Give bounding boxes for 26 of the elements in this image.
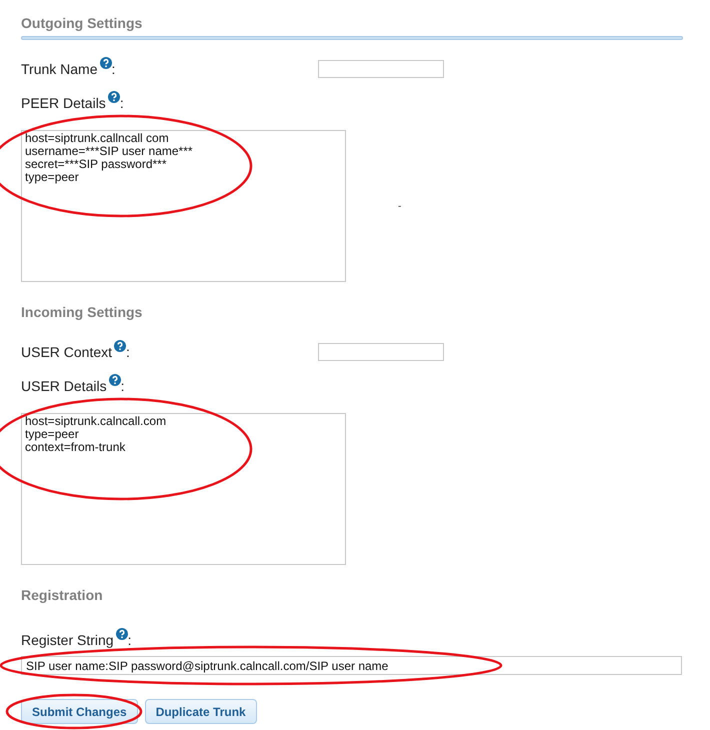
text-field[interactable] — [318, 60, 444, 78]
colon: : — [120, 377, 124, 396]
colon: : — [126, 342, 130, 362]
details-field[interactable]: host=siptrunk.callncall com username=***SIP user name*** secret=***SIP password*** type=peer — [21, 130, 346, 282]
help-icon[interactable] — [100, 56, 112, 68]
form-button[interactable]: Submit Changes — [21, 699, 138, 724]
help-icon[interactable] — [116, 628, 128, 640]
colon: : — [128, 631, 132, 650]
form-button[interactable]: Duplicate Trunk — [144, 699, 257, 724]
field-label: USER Context — [21, 342, 112, 362]
text-field[interactable] — [318, 343, 444, 361]
section-heading: Registration — [21, 586, 103, 605]
section-heading: Incoming Settings — [21, 303, 142, 322]
help-icon[interactable] — [114, 340, 126, 352]
help-icon[interactable] — [108, 374, 121, 386]
colon: : — [120, 94, 124, 113]
dash-mark: - — [398, 200, 402, 214]
field-label: Trunk Name — [21, 60, 98, 78]
section-heading: Outgoing Settings — [21, 14, 142, 33]
field-label: USER Details — [21, 377, 107, 396]
field-label: PEER Details — [21, 94, 106, 113]
register-string-field[interactable]: SIP user name:SIP password@siptrunk.calncall.com/SIP user name — [21, 656, 682, 675]
field-label: Register String — [21, 631, 114, 650]
help-icon[interactable] — [108, 91, 120, 103]
colon: : — [112, 60, 116, 78]
details-field[interactable]: host=siptrunk.calncall.com type=peer context=from-trunk — [21, 413, 346, 565]
